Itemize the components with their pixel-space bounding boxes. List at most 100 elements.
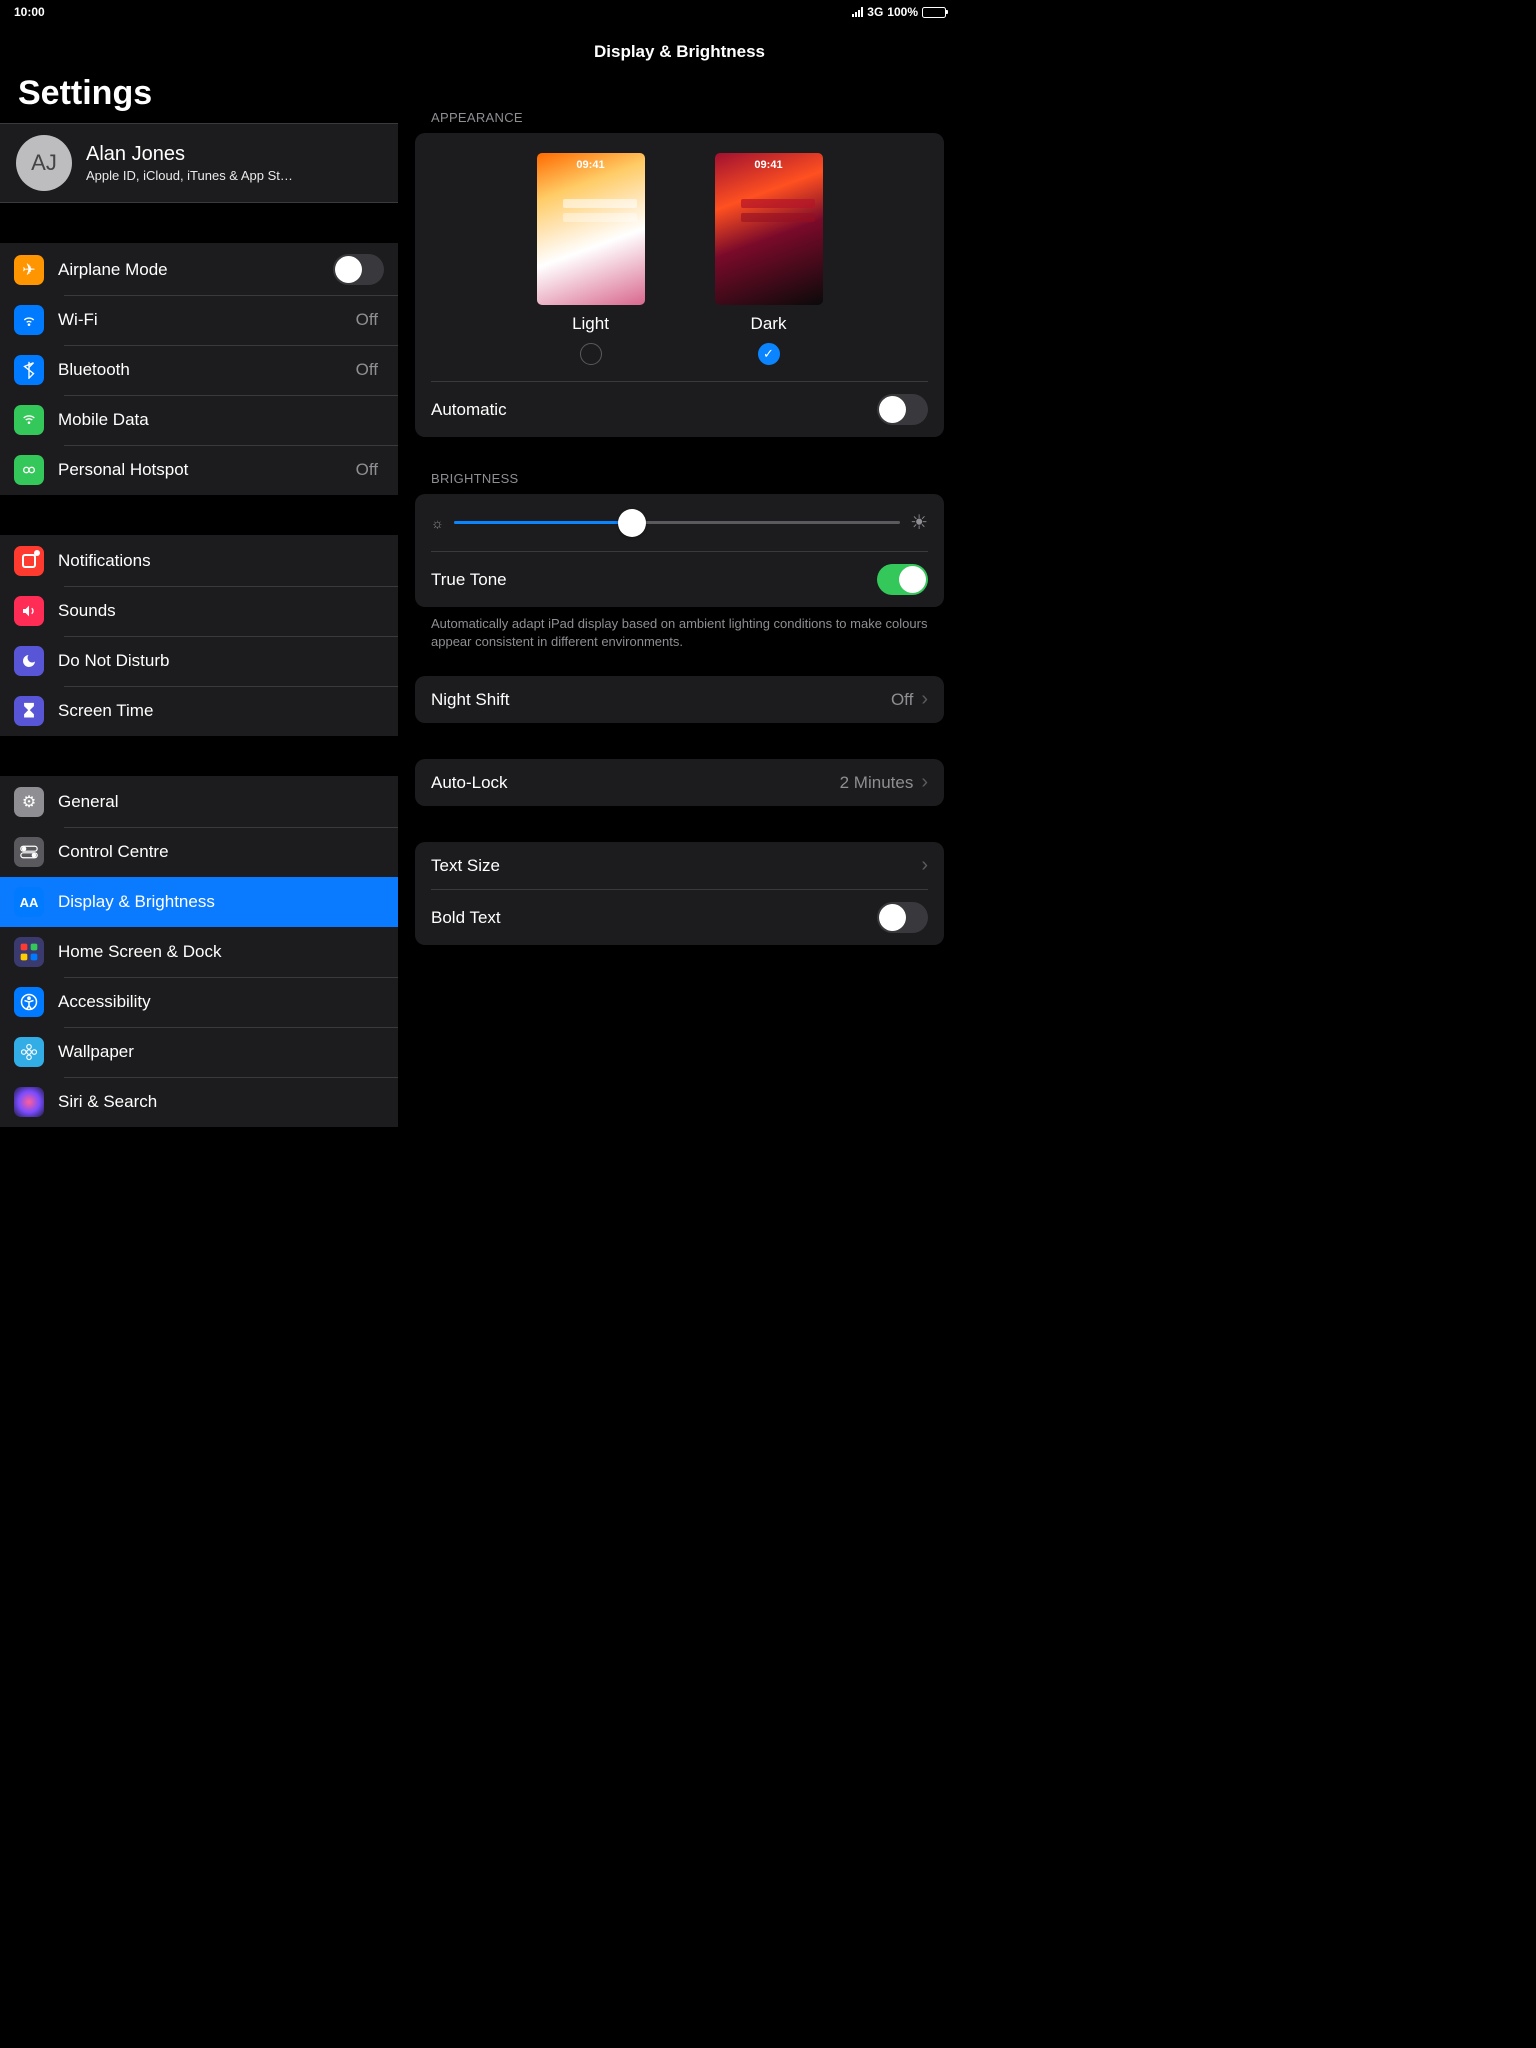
notifications-icon (14, 546, 44, 576)
text-card: Text Size › Bold Text (415, 842, 944, 945)
row-label: Home Screen & Dock (58, 942, 384, 962)
network-label: 3G (867, 5, 883, 19)
row-label: Wallpaper (58, 1042, 384, 1062)
auto-lock-card: Auto-Lock 2 Minutes › (415, 759, 944, 806)
row-label: Text Size (431, 856, 913, 876)
appearance-option-light[interactable]: 09:41 Light (537, 153, 645, 365)
sidebar-item-home-screen[interactable]: Home Screen & Dock (0, 927, 398, 977)
row-label: Auto-Lock (431, 773, 840, 793)
row-label: Accessibility (58, 992, 384, 1012)
row-label: Sounds (58, 601, 384, 621)
sidebar-item-siri[interactable]: Siri & Search (0, 1077, 398, 1127)
row-label: True Tone (431, 570, 877, 590)
flower-icon (14, 1037, 44, 1067)
profile-row[interactable]: AJ Alan Jones Apple ID, iCloud, iTunes &… (0, 123, 398, 203)
profile-name: Alan Jones (86, 143, 293, 166)
row-label: Screen Time (58, 701, 384, 721)
truetone-footnote: Automatically adapt iPad display based o… (399, 607, 960, 650)
status-time: 10:00 (14, 5, 45, 19)
sidebar-item-wifi[interactable]: Wi-Fi Off (0, 295, 398, 345)
row-label: Do Not Disturb (58, 651, 384, 671)
row-label: Siri & Search (58, 1092, 384, 1112)
row-label: General (58, 792, 384, 812)
row-label: Night Shift (431, 690, 891, 710)
siri-icon (14, 1087, 44, 1117)
row-label: Display & Brightness (58, 892, 384, 912)
auto-lock-row[interactable]: Auto-Lock 2 Minutes › (415, 759, 944, 806)
text-size-row[interactable]: Text Size › (415, 842, 944, 889)
sidebar-item-mobile-data[interactable]: Mobile Data (0, 395, 398, 445)
brightness-header: BRIGHTNESS (399, 437, 960, 494)
chevron-right-icon: › (913, 854, 928, 877)
antenna-icon (14, 405, 44, 435)
battery-icon (922, 7, 946, 18)
sidebar-item-accessibility[interactable]: Accessibility (0, 977, 398, 1027)
battery-label: 100% (887, 5, 918, 19)
sidebar-item-control-centre[interactable]: Control Centre (0, 827, 398, 877)
hotspot-icon (14, 455, 44, 485)
sun-large-icon: ☀︎ (910, 510, 928, 535)
page-title: Settings (0, 24, 398, 123)
avatar: AJ (16, 135, 72, 191)
chevron-right-icon: › (913, 688, 928, 711)
row-label: Bluetooth (58, 360, 356, 380)
moon-icon (14, 646, 44, 676)
accessibility-icon (14, 987, 44, 1017)
sounds-icon (14, 596, 44, 626)
row-label: Bold Text (431, 908, 877, 928)
dark-radio[interactable]: ✓ (758, 343, 780, 365)
truetone-row: True Tone (415, 552, 944, 607)
sidebar: Settings AJ Alan Jones Apple ID, iCloud,… (0, 24, 399, 1280)
home-screen-icon (14, 937, 44, 967)
row-label: Notifications (58, 551, 384, 571)
sun-small-icon: ☼ (431, 515, 444, 531)
sidebar-item-display[interactable]: AA Display & Brightness (0, 877, 398, 927)
check-icon: ✓ (763, 346, 774, 362)
light-radio[interactable] (580, 343, 602, 365)
light-preview: 09:41 (537, 153, 645, 305)
sidebar-item-bluetooth[interactable]: Bluetooth Off (0, 345, 398, 395)
gear-icon: ⚙︎ (14, 787, 44, 817)
toggles-icon (14, 837, 44, 867)
row-value: Off (356, 360, 378, 380)
row-label: Control Centre (58, 842, 384, 862)
night-shift-row[interactable]: Night Shift Off › (415, 676, 944, 723)
dark-preview: 09:41 (715, 153, 823, 305)
sidebar-item-hotspot[interactable]: Personal Hotspot Off (0, 445, 398, 495)
night-shift-card: Night Shift Off › (415, 676, 944, 723)
sidebar-item-screen-time[interactable]: Screen Time (0, 686, 398, 736)
appearance-card: 09:41 Light 09:41 Dark ✓ Automatic (415, 133, 944, 437)
appearance-header: APPEARANCE (399, 76, 960, 133)
sidebar-item-wallpaper[interactable]: Wallpaper (0, 1027, 398, 1077)
preview-time: 09:41 (537, 159, 645, 171)
brightness-slider-row: ☼ ☀︎ (415, 494, 944, 551)
row-value: Off (356, 460, 378, 480)
option-label: Light (572, 314, 609, 334)
detail-title: Display & Brightness (399, 24, 960, 76)
bold-text-toggle[interactable] (877, 902, 928, 933)
brightness-slider[interactable] (454, 521, 900, 524)
profile-subtitle: Apple ID, iCloud, iTunes & App St… (86, 166, 293, 183)
preview-time: 09:41 (715, 159, 823, 171)
automatic-row: Automatic (415, 382, 944, 437)
row-label: Automatic (431, 400, 877, 420)
bluetooth-icon (14, 355, 44, 385)
bold-text-row: Bold Text (415, 890, 944, 945)
option-label: Dark (751, 314, 787, 334)
sidebar-item-notifications[interactable]: Notifications (0, 536, 398, 586)
appearance-option-dark[interactable]: 09:41 Dark ✓ (715, 153, 823, 365)
sidebar-item-general[interactable]: ⚙︎ General (0, 777, 398, 827)
automatic-toggle[interactable] (877, 394, 928, 425)
airplane-toggle[interactable] (333, 254, 384, 285)
detail-pane: Display & Brightness APPEARANCE 09:41 Li… (399, 24, 960, 1280)
sidebar-item-dnd[interactable]: Do Not Disturb (0, 636, 398, 686)
signal-icon (852, 7, 863, 17)
hourglass-icon (14, 696, 44, 726)
sidebar-item-sounds[interactable]: Sounds (0, 586, 398, 636)
truetone-toggle[interactable] (877, 564, 928, 595)
text-size-icon: AA (14, 887, 44, 917)
sidebar-item-airplane[interactable]: ✈︎ Airplane Mode (0, 244, 398, 295)
row-label: Wi-Fi (58, 310, 356, 330)
status-bar: 10:00 3G 100% (0, 0, 960, 24)
row-value: 2 Minutes (840, 773, 914, 793)
